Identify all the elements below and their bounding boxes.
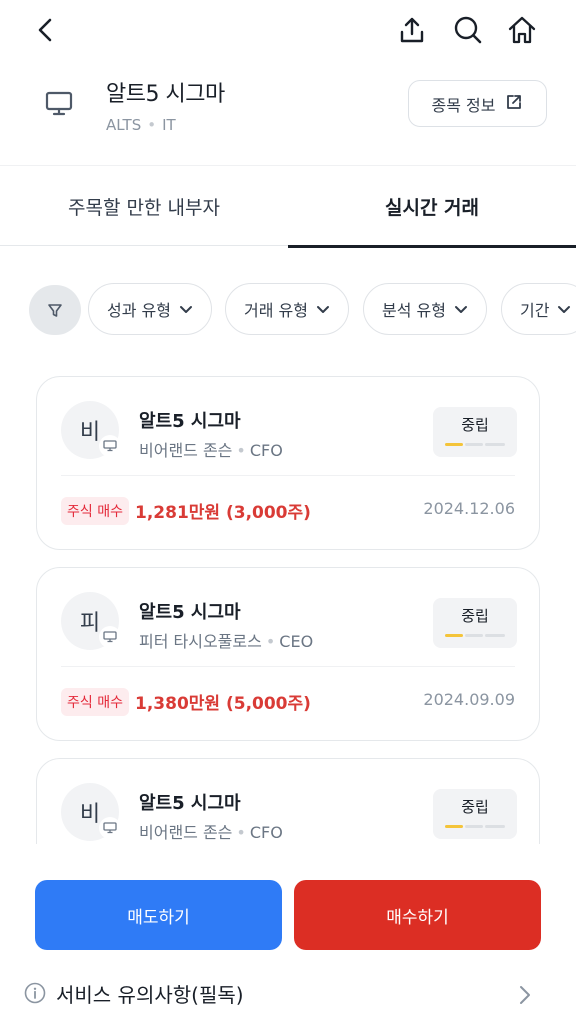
filter-chip-label: 성과 유형 xyxy=(107,301,171,320)
filter-icon[interactable] xyxy=(29,285,81,335)
stock-name: 알트5 시그마 xyxy=(106,82,225,107)
stock-info-button[interactable]: 종목 정보 xyxy=(408,80,547,127)
trade-date: 2024.12.06 xyxy=(423,499,515,518)
filter-chip-trade-type[interactable]: 거래 유형 xyxy=(225,283,349,335)
external-link-icon xyxy=(505,93,523,115)
separator-dot: • xyxy=(236,823,246,842)
chevron-right-icon xyxy=(516,984,534,1006)
trade-stock-name: 알트5 시그마 xyxy=(139,602,241,623)
monitor-icon xyxy=(99,817,121,839)
trade-list: 비 알트5 시그마 비어랜드 존슨 • CFO 중립 주식 매수 1,281만원 (… xyxy=(0,370,576,844)
chevron-down-icon xyxy=(316,300,330,319)
separator-dot: • xyxy=(236,441,246,460)
trade-date: 2024.09.09 xyxy=(423,690,515,709)
trade-amount: 1,380만원 (5,000주) xyxy=(135,694,311,714)
filter-chip-performance[interactable]: 성과 유형 xyxy=(88,283,212,335)
sentiment-bar xyxy=(485,443,505,446)
insider-role: CEO xyxy=(279,632,314,651)
trade-type-badge: 주식 매수 xyxy=(61,497,129,525)
share-icon[interactable] xyxy=(392,10,432,50)
tab-notable-insiders[interactable]: 주목할 만한 내부자 xyxy=(0,166,288,246)
sentiment-label: 중립 xyxy=(461,416,489,434)
divider xyxy=(61,666,515,667)
tab-bar: 주목할 만한 내부자 실시간 거래 xyxy=(0,166,576,248)
trade-card[interactable]: 피 알트5 시그마 피터 타시오풀로스 • CEO 중립 주식 매수 1,380만원… xyxy=(36,567,540,741)
sentiment-badge: 중립 xyxy=(433,407,517,457)
stock-ticker: ALTS xyxy=(106,116,142,134)
buy-button[interactable]: 매수하기 xyxy=(294,880,541,950)
trade-amount: 1,281만원 (3,000주) xyxy=(135,503,311,523)
stock-meta: ALTS • IT xyxy=(106,116,176,134)
sentiment-bar xyxy=(485,825,505,828)
trade-stock-name: 알트5 시그마 xyxy=(139,793,241,814)
sentiment-bar xyxy=(465,634,483,637)
monitor-icon xyxy=(99,435,121,457)
filter-chip-period[interactable]: 기간 xyxy=(501,283,576,335)
monitor-icon xyxy=(99,626,121,648)
sentiment-badge: 중립 xyxy=(433,598,517,648)
sentiment-bar xyxy=(485,634,505,637)
separator-dot: • xyxy=(147,116,157,134)
filter-bar: 성과 유형 거래 유형 분석 유형 기간 xyxy=(0,282,576,336)
sentiment-bar xyxy=(465,825,483,828)
sell-button[interactable]: 매도하기 xyxy=(35,880,282,950)
stock-sector: IT xyxy=(162,116,176,134)
trade-card[interactable]: 비 알트5 시그마 비어랜드 존슨 • CFO 중립 xyxy=(36,758,540,844)
sentiment-bar-active xyxy=(445,825,463,828)
chevron-down-icon xyxy=(454,300,468,319)
separator-dot: • xyxy=(265,632,276,651)
sentiment-label: 중립 xyxy=(461,798,489,816)
back-arrow-icon[interactable] xyxy=(26,10,66,50)
insider-info: 비어랜드 존슨 • CFO xyxy=(139,819,283,843)
search-icon[interactable] xyxy=(448,10,488,50)
stock-info-label: 종목 정보 xyxy=(431,95,496,115)
insider-info: 비어랜드 존슨 • CFO xyxy=(139,437,283,461)
trade-type-badge: 주식 매수 xyxy=(61,688,129,716)
divider xyxy=(61,475,515,476)
insider-role: CFO xyxy=(249,823,283,842)
sentiment-bar-active xyxy=(445,634,463,637)
filter-chip-label: 기간 xyxy=(520,301,550,320)
filter-chip-label: 분석 유형 xyxy=(382,301,446,320)
insider-info: 피터 타시오풀로스 • CEO xyxy=(139,628,313,652)
tab-realtime-trades[interactable]: 실시간 거래 xyxy=(288,166,576,248)
insider-name: 피터 타시오풀로스 xyxy=(139,632,262,651)
top-bar xyxy=(0,0,576,62)
filter-chip-analysis-type[interactable]: 분석 유형 xyxy=(363,283,487,335)
info-icon xyxy=(24,982,46,1004)
sentiment-bar xyxy=(465,443,483,446)
insider-name: 비어랜드 존슨 xyxy=(139,823,233,842)
service-notice-row[interactable]: 서비스 유의사항(필독) xyxy=(0,964,576,1024)
service-notice-label: 서비스 유의사항(필독) xyxy=(56,983,244,1007)
stock-header: 알트5 시그마 ALTS • IT 종목 정보 xyxy=(0,62,576,166)
home-icon[interactable] xyxy=(502,10,542,50)
sentiment-label: 중립 xyxy=(461,607,489,625)
trade-stock-name: 알트5 시그마 xyxy=(139,411,241,432)
insider-name: 비어랜드 존슨 xyxy=(139,441,233,460)
monitor-icon xyxy=(42,86,76,120)
insider-role: CFO xyxy=(249,441,283,460)
sentiment-badge: 중립 xyxy=(433,789,517,839)
sentiment-bar-active xyxy=(445,443,463,446)
chevron-down-icon xyxy=(557,300,571,319)
chevron-down-icon xyxy=(179,300,193,319)
filter-chip-label: 거래 유형 xyxy=(244,301,308,320)
trade-card[interactable]: 비 알트5 시그마 비어랜드 존슨 • CFO 중립 주식 매수 1,281만원 (… xyxy=(36,376,540,550)
